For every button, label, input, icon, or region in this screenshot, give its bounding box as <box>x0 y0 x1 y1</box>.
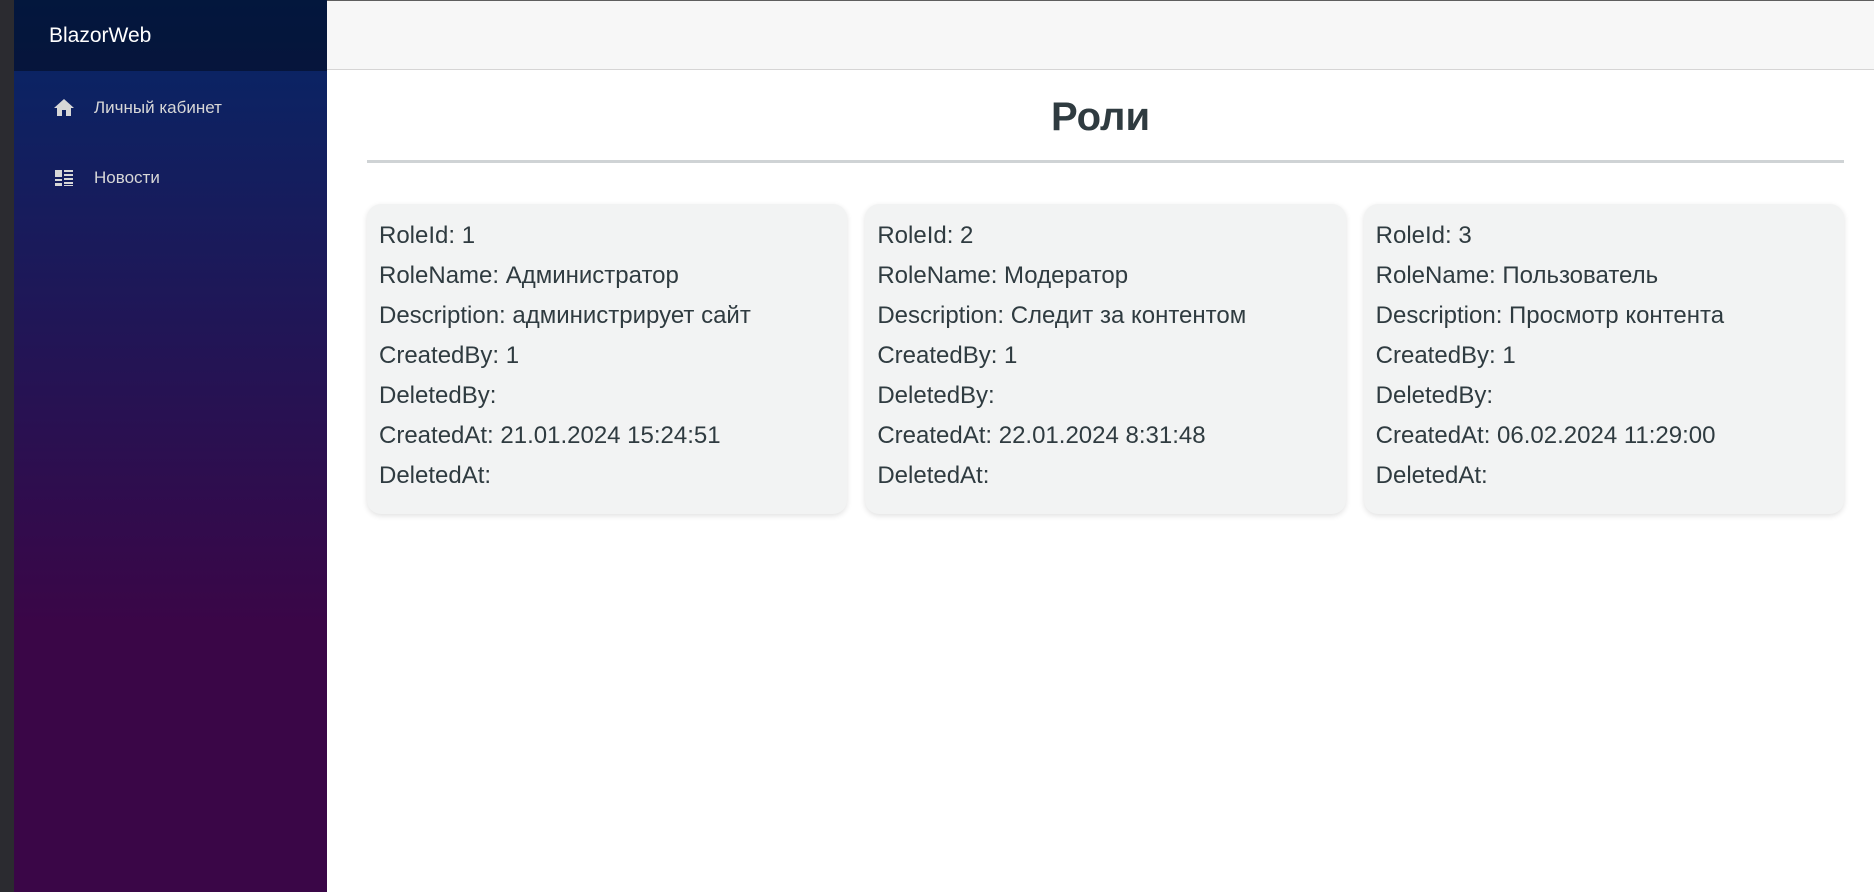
role-created-at: CreatedAt: 21.01.2024 15:24:51 <box>379 422 721 449</box>
role-description: Description: Следит за контентом <box>877 302 1247 329</box>
role-deleted-at: DeletedAt: <box>877 462 990 489</box>
role-card: RoleId: 1 RoleName: Администратор Descri… <box>367 204 848 514</box>
brand-link[interactable]: BlazorWeb <box>49 24 151 48</box>
role-id: RoleId: 2 <box>877 222 974 249</box>
list-icon <box>55 170 73 186</box>
role-name: RoleName: Администратор <box>379 262 679 289</box>
role-deleted-by: DeletedBy: <box>877 382 995 409</box>
role-card: RoleId: 2 RoleName: Модератор Descriptio… <box>865 204 1346 514</box>
role-name: RoleName: Модератор <box>877 262 1129 289</box>
role-card: RoleId: 3 RoleName: Пользователь Descrip… <box>1363 204 1844 514</box>
role-deleted-by: DeletedBy: <box>1375 382 1494 409</box>
brand-bar: BlazorWeb <box>14 0 327 71</box>
nav-item-label: Новости <box>94 168 160 187</box>
nav-item-personal-account[interactable]: Личный кабинет <box>52 87 327 129</box>
role-created-at: CreatedAt: 06.02.2024 11:29:00 <box>1375 422 1716 449</box>
role-deleted-at: DeletedAt: <box>1375 462 1488 489</box>
role-description: Description: администрирует сайт <box>379 302 751 329</box>
sidebar: BlazorWeb Личный кабинет Новости <box>14 0 327 892</box>
role-deleted-by: DeletedBy: <box>379 382 497 409</box>
role-created-at: CreatedAt: 22.01.2024 8:31:48 <box>877 422 1206 449</box>
top-row <box>327 0 1874 70</box>
role-id: RoleId: 1 <box>379 222 476 249</box>
page-title: Роли <box>1050 95 1151 139</box>
role-created-by: CreatedBy: 1 <box>877 342 1018 369</box>
window-edge <box>0 0 14 892</box>
role-id: RoleId: 3 <box>1375 222 1472 249</box>
role-created-by: CreatedBy: 1 <box>1375 342 1516 369</box>
nav-menu: Личный кабинет Новости <box>14 71 327 199</box>
roles-list: RoleId: 1 RoleName: Администратор Descri… <box>367 204 1844 514</box>
home-icon <box>54 99 74 116</box>
role-created-by: CreatedBy: 1 <box>379 342 520 369</box>
main-content: Роли RoleId: 1 RoleName: Администратор D… <box>327 0 1874 892</box>
role-description: Description: Просмотр контента <box>1375 302 1725 329</box>
role-name: RoleName: Пользователь <box>1375 262 1659 289</box>
title-divider <box>367 160 1844 163</box>
role-deleted-at: DeletedAt: <box>379 462 492 489</box>
nav-item-label: Личный кабинет <box>94 98 222 117</box>
nav-item-news[interactable]: Новости <box>52 157 327 199</box>
